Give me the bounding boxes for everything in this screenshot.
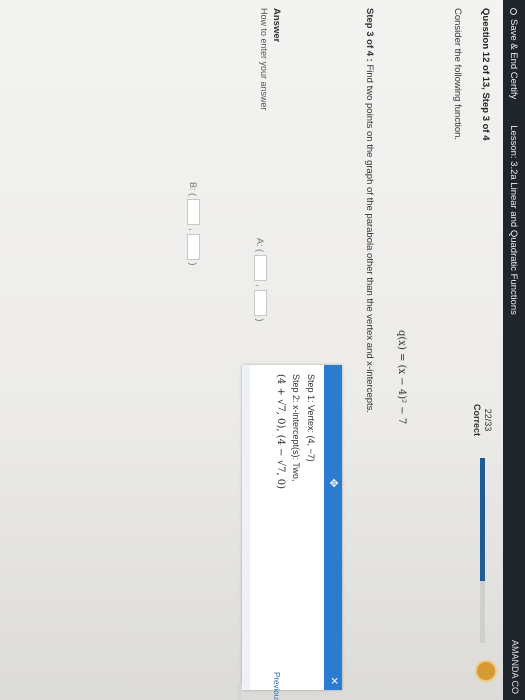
panel-body: Step 1: Vertex: (4, −7) Step 2: x-interc… [273, 365, 324, 690]
question-prompt: Consider the following function. [452, 8, 463, 141]
progress-count: 22/33 [483, 408, 493, 432]
how-to-enter-answer-link[interactable]: How to enter your answer [259, 8, 269, 111]
answer-b-label: B: ( [188, 182, 199, 197]
answer-b-close-paren: ) [188, 262, 199, 266]
previous-steps-panel: ✕ ✥ Step 1: Vertex: (4, −7) Step 2: x-in… [242, 365, 342, 690]
answer-b-y-input[interactable] [187, 233, 200, 260]
answer-a-separator: , [255, 284, 266, 287]
answer-a-close-paren: ) [255, 318, 266, 322]
progress-label: 22/33 Correct [471, 404, 493, 436]
answer-heading: Answer [271, 8, 282, 43]
lesson-title: Lesson: 3.2a Linear and Quadratic Functi… [508, 125, 520, 315]
previous-step-link[interactable]: Previous S [272, 672, 281, 700]
user-name[interactable]: AMANDA CO [510, 640, 520, 694]
avatar[interactable] [475, 660, 497, 682]
answer-a-y-input[interactable] [254, 289, 267, 316]
question-heading: Question 12 of 13, Step 3 of 4 [480, 8, 491, 141]
answer-row-a: A: ( , ) [254, 238, 267, 322]
progress-status: Correct [472, 404, 482, 437]
hint-step-1: Step 1: Vertex: (4, −7) [306, 374, 316, 462]
hint-step-2: Step 2: x-intercept(s): Two, [291, 374, 301, 482]
progress-bar [480, 458, 485, 643]
save-circle-icon [510, 8, 518, 15]
panel-header[interactable]: ✕ ✥ [324, 365, 342, 690]
answer-a-label: A: ( [255, 238, 266, 253]
step-label: Step 3 of 4 : [364, 8, 375, 62]
answer-row-b: B: ( , ) [187, 182, 200, 266]
side-handle[interactable] [237, 685, 242, 700]
hint-step-2-values: (4 + √7, 0), (4 − √7, 0) [275, 374, 286, 490]
close-icon[interactable]: ✕ [328, 677, 339, 685]
step-instruction: Step 3 of 4 : Find two points on the gra… [364, 8, 375, 413]
panel-footer [242, 365, 250, 690]
top-bar: Save & End Certify Lesson: 3.2a Linear a… [503, 0, 525, 700]
app-window: Save & End Certify Lesson: 3.2a Linear a… [0, 0, 525, 700]
move-icon[interactable]: ✥ [326, 476, 340, 490]
function-expression: q(x) = (x − 4)² − 7 [396, 330, 407, 425]
save-end-label: Save & End Certify [508, 19, 520, 100]
progress-bar-fill [480, 458, 485, 582]
answer-b-separator: , [188, 228, 199, 231]
answer-a-x-input[interactable] [254, 255, 267, 282]
save-end-button[interactable]: Save & End Certify [509, 8, 520, 99]
step-text: Find two points on the graph of the para… [364, 64, 375, 414]
answer-b-x-input[interactable] [187, 199, 200, 226]
